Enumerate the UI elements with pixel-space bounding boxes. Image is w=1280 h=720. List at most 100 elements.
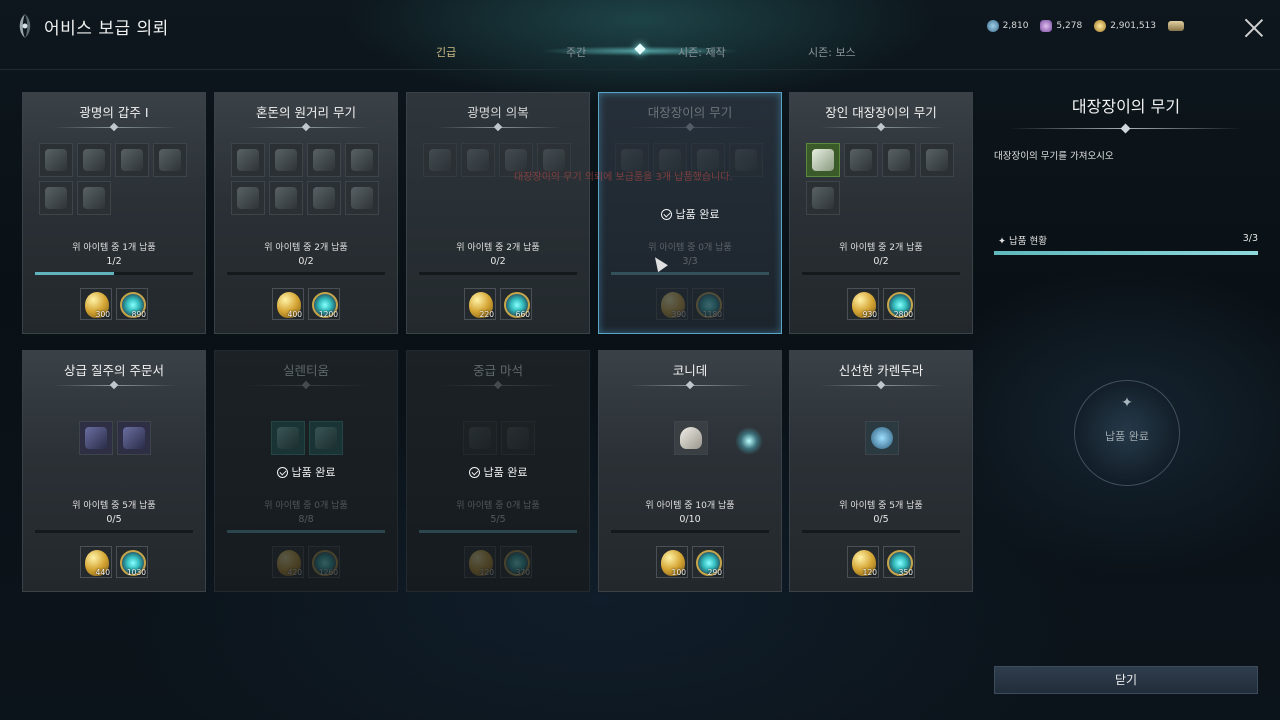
request-card-completed[interactable]: 실렌티움 납품 완료 위 아이템 중 0개 납품 8/8 420 1260 [214,350,398,592]
magic-stone-item-icon[interactable] [501,421,535,455]
armor-item-icon[interactable] [77,143,111,177]
request-card[interactable]: 신선한 카렌두라 위 아이템 중 5개 납품 0/5 120 350 [789,350,973,592]
requirement-text: 위 아이템 중 2개 납품 [456,243,540,253]
sword-item-icon[interactable] [729,143,763,177]
reward-coin[interactable]: 390 [656,288,688,320]
progress-bar [35,272,193,275]
mace-item-icon[interactable] [806,143,840,177]
progress-text: 5/5 [490,514,506,525]
reward-amount: 120 [862,568,877,577]
status-bar [994,251,1258,255]
progress-bar [802,272,960,275]
progress-text: 1/2 [106,256,122,267]
shoulder-item-icon[interactable] [39,181,73,215]
card-divider [437,125,561,131]
request-card[interactable]: 장인 대장장이의 무기 위 아이템 중 2개 납품 0/2 930 2800 [789,92,973,334]
request-card-selected[interactable]: 대장장이의 무기 납품 완료 위 아이템 중 0개 납품 3/3 390 118… [598,92,782,334]
spear-item-icon[interactable] [882,143,916,177]
currency-gold: 2,901,513 [1094,20,1156,32]
reward-orb[interactable]: 1180 [692,288,724,320]
wing-item-icon[interactable] [231,181,265,215]
card-divider [820,383,944,389]
reward-list: 400 1200 [215,288,397,320]
check-icon [660,208,672,220]
gun-item-icon[interactable] [345,143,379,177]
reward-amount: 390 [671,310,686,319]
reward-coin[interactable]: 930 [847,288,879,320]
reward-orb[interactable]: 1200 [308,288,340,320]
reward-orb[interactable]: 890 [116,288,148,320]
helmet-item-icon[interactable] [115,143,149,177]
reward-coin[interactable]: 400 [272,288,304,320]
currency-gold-value: 2,901,513 [1110,21,1156,31]
reward-orb[interactable]: 290 [692,546,724,578]
reward-coin[interactable]: 300 [80,288,112,320]
star-icon: ✦ [1121,395,1133,411]
request-card[interactable]: 코니데 위 아이템 중 10개 납품 0/10 100 290 [598,350,782,592]
reward-amount: 1030 [126,568,146,577]
cloth-item-icon[interactable] [423,143,457,177]
shoulder-item-icon[interactable] [77,181,111,215]
flower-item-icon[interactable] [865,421,899,455]
shield-item-icon[interactable] [806,181,840,215]
currency-crystal: 2,810 [986,20,1029,32]
scroll-item-icon[interactable] [79,421,113,455]
completed-text: 납품 완료 [675,208,720,221]
delivery-notification: 대장장이의 무기 의뢰에 보급품을 3개 납품했습니다. [514,172,733,183]
gun-item-icon[interactable] [307,143,341,177]
reward-orb[interactable]: 350 [883,546,915,578]
bow-item-icon[interactable] [269,143,303,177]
request-card[interactable]: 광명의 의복 위 아이템 중 2개 납품 0/2 220 660 [406,92,590,334]
scroll-item-icon[interactable] [117,421,151,455]
axe-item-icon[interactable] [920,143,954,177]
wing-item-icon[interactable] [269,181,303,215]
cloth-item-icon[interactable] [461,143,495,177]
card-title: 실렌티움 [282,363,329,378]
reward-orb[interactable]: 2800 [883,288,915,320]
tab-urgent[interactable]: 긴급 [436,44,456,60]
card-divider [245,125,369,131]
reward-list: 120 370 [407,546,589,578]
armor-item-icon[interactable] [39,143,73,177]
reward-coin[interactable]: 100 [656,546,688,578]
reward-amount: 120 [479,568,494,577]
card-title: 장인 대장장이의 무기 [825,105,937,120]
reward-amount: 1260 [318,568,338,577]
reward-coin[interactable]: 120 [464,546,496,578]
reward-orb[interactable]: 370 [500,546,532,578]
bow-item-icon[interactable] [231,143,265,177]
reward-coin[interactable]: 120 [847,546,879,578]
sword-item-icon[interactable] [844,143,878,177]
reward-coin[interactable]: 220 [464,288,496,320]
tab-season-boss[interactable]: 시즌: 보스 [808,44,856,60]
card-divider [629,125,753,131]
tab-weekly[interactable]: 주간 [566,44,586,60]
reward-orb[interactable]: 1260 [308,546,340,578]
gun-item-icon[interactable] [307,181,341,215]
progress-bar [227,530,385,533]
reward-coin[interactable]: 420 [272,546,304,578]
helmet-item-icon[interactable] [153,143,187,177]
status-label-text: 납품 현황 [1008,236,1047,247]
reward-coin[interactable]: 440 [80,546,112,578]
magic-stone-item-icon[interactable] [463,421,497,455]
reward-amount: 1200 [318,310,338,319]
currency-crystal-value: 2,810 [1002,21,1029,31]
silentium-item-icon[interactable] [309,421,343,455]
request-card[interactable]: 상급 질주의 주문서 위 아이템 중 5개 납품 0/5 440 1030 [22,350,206,592]
completed-text: 납품 완료 [291,466,336,479]
reward-list: 930 2800 [790,288,972,320]
close-icon[interactable] [1244,18,1264,38]
request-card[interactable]: 광명의 갑주 Ⅰ 위 아이템 중 1개 납품 1/2 300 890 [22,92,206,334]
gun-item-icon[interactable] [345,181,379,215]
close-button[interactable]: 닫기 [994,666,1258,694]
silentium-item-icon[interactable] [271,421,305,455]
tab-season-craft[interactable]: 시즌: 제작 [678,44,726,60]
reward-orb[interactable]: 1030 [116,546,148,578]
request-card[interactable]: 혼돈의 원거리 무기 위 아이템 중 2개 납품 0/2 400 1200 [214,92,398,334]
card-divider [53,125,177,131]
shell-item-icon[interactable] [674,421,708,455]
request-card-completed[interactable]: 중급 마석 납품 완료 위 아이템 중 0개 납품 5/5 120 370 [406,350,590,592]
status-value: 3/3 [1242,233,1258,244]
reward-orb[interactable]: 660 [500,288,532,320]
